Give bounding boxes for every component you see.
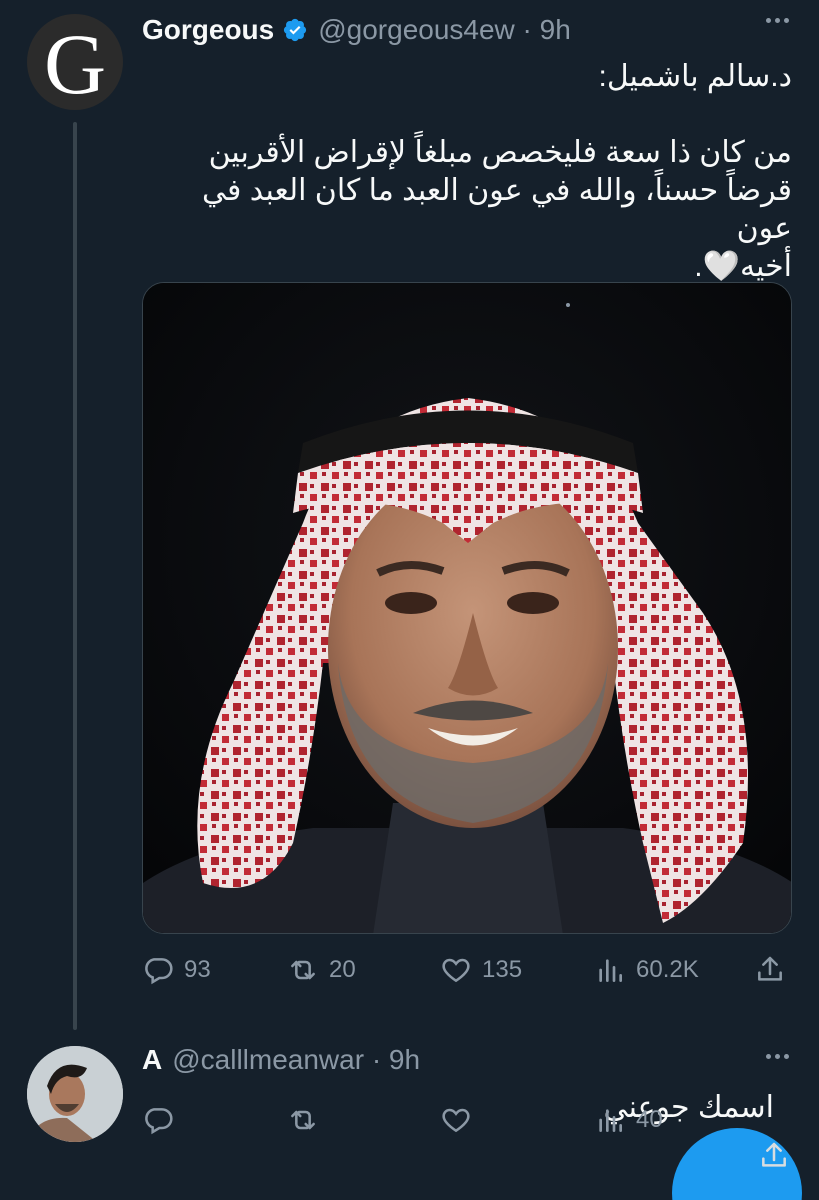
author-handle-time[interactable]: @gorgeous4ew · 9h (318, 14, 571, 46)
verified-badge-icon (282, 17, 308, 43)
reply-views-count: 40 (636, 1106, 663, 1133)
views-count: 60.2K (636, 956, 699, 983)
retweet-count: 20 (329, 956, 356, 983)
reply-views-button[interactable]: 40 (594, 1098, 663, 1142)
reply-icon (145, 958, 173, 985)
reply-icon (145, 1108, 173, 1135)
more-options-icon[interactable] (766, 18, 789, 23)
heart-icon (442, 1108, 470, 1133)
reply-more-options-icon[interactable] (766, 1054, 789, 1059)
retweet-button[interactable]: 20 (287, 948, 356, 992)
tweet-text-line: أخيه🤍. (694, 250, 792, 283)
retweet-icon (291, 960, 315, 980)
reply-retweet-button[interactable] (287, 1098, 319, 1142)
reply-reply-button[interactable] (142, 1098, 174, 1142)
reply-like-button[interactable] (440, 1098, 472, 1142)
views-chart-icon (599, 959, 622, 982)
share-icon[interactable] (758, 1140, 790, 1177)
avatar-photo (27, 1046, 123, 1142)
like-button[interactable]: 135 (440, 948, 522, 992)
tweet-text-line: قرضاً حسناً، والله في عون العبد ما كان ا… (202, 174, 792, 245)
tweet-image[interactable] (142, 282, 792, 934)
share-button[interactable] (754, 948, 786, 992)
reply-count: 93 (184, 956, 211, 983)
tweet-text-line: د.سالم باشميل: (598, 60, 793, 93)
retweet-icon (291, 1110, 315, 1130)
tweet-text-line: من كان ذا سعة فليخصص مبلغاً لإقراض الأقر… (208, 136, 792, 169)
avatar-letter: G (43, 16, 107, 112)
portrait-photo (143, 283, 791, 933)
views-button[interactable]: 60.2K (594, 948, 699, 992)
reply-author-avatar[interactable] (27, 1046, 123, 1142)
reply-handle-time[interactable]: @calllmeanwar · 9h (172, 1044, 420, 1076)
thread-line (73, 122, 77, 1030)
reply-author-name[interactable]: A (142, 1044, 162, 1076)
tweet-header: Gorgeous @gorgeous4ew · 9h (142, 10, 571, 50)
reply-actions: 40 (142, 1098, 792, 1142)
share-icon (758, 956, 782, 981)
author-name[interactable]: Gorgeous (142, 14, 274, 46)
like-count: 135 (482, 956, 523, 983)
tweet-text: د.سالم باشميل: من كان ذا سعة فليخصص مبلغ… (142, 58, 792, 286)
views-chart-icon (599, 1109, 622, 1132)
author-avatar[interactable]: G (27, 14, 123, 110)
reply-button[interactable]: 93 (142, 948, 211, 992)
reply-header: A @calllmeanwar · 9h (142, 1040, 420, 1080)
heart-icon (442, 958, 470, 983)
tweet-actions: 93 20 135 60.2K (142, 948, 792, 992)
